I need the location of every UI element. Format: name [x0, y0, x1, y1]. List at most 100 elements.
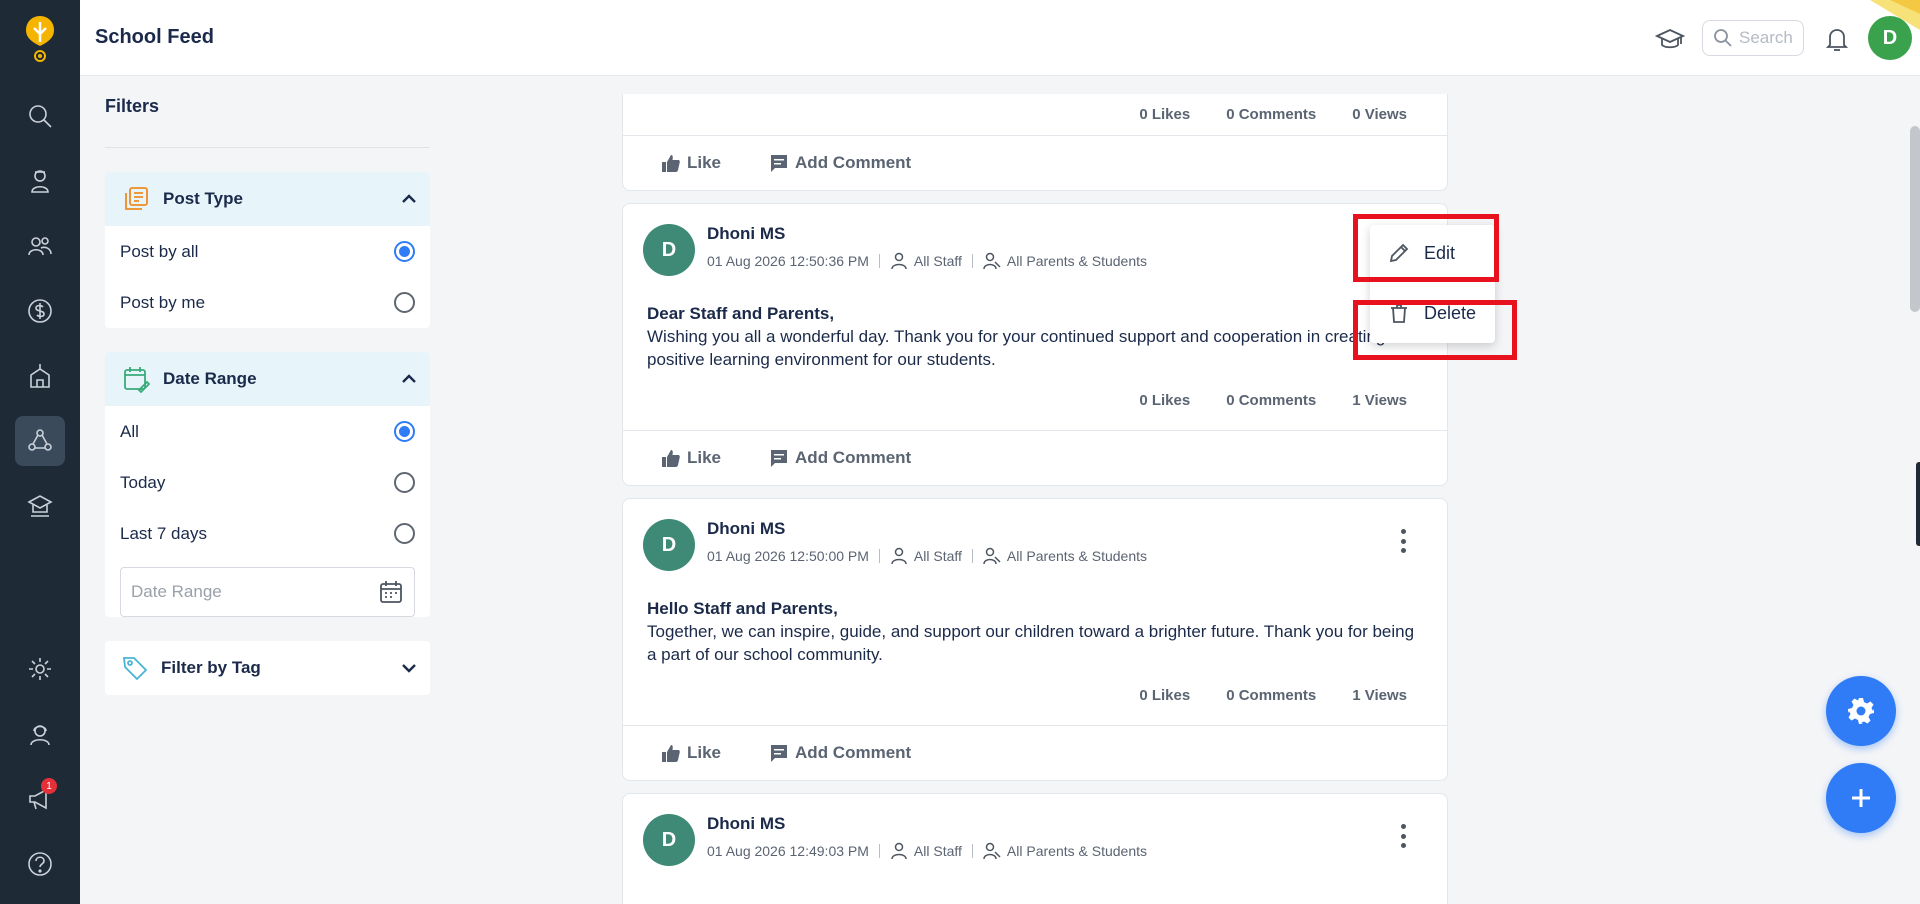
- likes-count[interactable]: 0 Likes: [1139, 106, 1190, 123]
- comment-icon: [771, 745, 788, 762]
- edit-highlight-box: [1353, 214, 1499, 282]
- parents-students-icon: [983, 547, 1001, 565]
- post-header: D Dhoni MS 01 Aug 2026 12:49:03 PM All S…: [623, 794, 1447, 892]
- more-options-icon[interactable]: [1399, 529, 1407, 553]
- nav-student-icon[interactable]: [15, 156, 65, 206]
- parents-students-icon: [983, 842, 1001, 860]
- divider: [971, 549, 973, 563]
- post-by-all-radio[interactable]: [394, 241, 415, 262]
- author-avatar[interactable]: D: [643, 224, 695, 276]
- divider: [878, 844, 880, 858]
- chevron-up-icon[interactable]: [400, 190, 418, 208]
- date-last7-radio[interactable]: [394, 523, 415, 544]
- calendar-icon[interactable]: [378, 579, 404, 605]
- nav-search-icon[interactable]: [15, 91, 65, 141]
- nav-announcements-icon[interactable]: 1: [15, 774, 65, 824]
- author-avatar[interactable]: D: [643, 519, 695, 571]
- tag-icon: [122, 657, 148, 681]
- more-options-icon[interactable]: [1399, 824, 1407, 848]
- post-text: Together, we can inspire, guide, and sup…: [647, 622, 1415, 664]
- scrollbar-thumb[interactable]: [1910, 126, 1920, 312]
- nav-support-icon[interactable]: [15, 709, 65, 759]
- date-range-label: Date Range: [163, 369, 257, 388]
- date-all-radio[interactable]: [394, 421, 415, 442]
- thumbs-up-icon: [662, 745, 680, 762]
- post-card: D Dhoni MS 01 Aug 2026 12:50:00 PM All S…: [622, 498, 1448, 781]
- post-type-label: Post Type: [163, 189, 243, 208]
- post-meta: 01 Aug 2026 12:50:36 PM All Staff All Pa…: [707, 252, 1147, 270]
- chevron-up-icon[interactable]: [400, 370, 418, 388]
- nav-people-icon[interactable]: [15, 221, 65, 271]
- likes-count[interactable]: 0 Likes: [1139, 392, 1190, 409]
- post-type-filter: Post Type Post by all Post by me: [105, 172, 430, 328]
- author-name[interactable]: Dhoni MS: [707, 814, 785, 834]
- filters-heading: Filters: [105, 96, 430, 148]
- thumbs-up-icon: [662, 450, 680, 467]
- author-name[interactable]: Dhoni MS: [707, 519, 785, 539]
- filter-by-tag[interactable]: Filter by Tag: [105, 641, 430, 695]
- graduation-cap-icon[interactable]: [1654, 24, 1686, 54]
- likes-count[interactable]: 0 Likes: [1139, 687, 1190, 704]
- option-label: Post by me: [120, 292, 206, 312]
- settings-fab[interactable]: [1826, 676, 1896, 746]
- date-last7-option[interactable]: Last 7 days: [105, 508, 430, 559]
- nav-school-icon[interactable]: [15, 351, 65, 401]
- author-avatar[interactable]: D: [643, 814, 695, 866]
- nav-feed-icon[interactable]: [15, 416, 65, 466]
- option-label: Post by all: [120, 241, 199, 261]
- create-post-fab[interactable]: [1826, 763, 1896, 833]
- date-all-option[interactable]: All: [105, 406, 430, 457]
- search-input[interactable]: [1739, 28, 1799, 48]
- views-count[interactable]: 1 Views: [1352, 687, 1407, 704]
- post-meta: 01 Aug 2026 12:49:03 PM All Staff All Pa…: [707, 842, 1147, 860]
- add-comment-button[interactable]: Add Comment: [769, 743, 911, 763]
- nav-help-icon[interactable]: [15, 839, 65, 889]
- like-button[interactable]: Like: [661, 448, 721, 468]
- side-panel-handle[interactable]: [1916, 462, 1920, 546]
- like-button[interactable]: Like: [661, 153, 721, 173]
- staff-icon: [891, 842, 907, 860]
- comment-label: Add Comment: [795, 743, 912, 762]
- nav-fees-icon[interactable]: [15, 286, 65, 336]
- nav-classroom-icon[interactable]: [15, 481, 65, 531]
- add-comment-button[interactable]: Add Comment: [769, 153, 911, 173]
- comments-count[interactable]: 0 Comments: [1226, 106, 1316, 123]
- comments-count[interactable]: 0 Comments: [1226, 687, 1316, 704]
- date-today-option[interactable]: Today: [105, 457, 430, 508]
- search-box[interactable]: [1702, 20, 1804, 56]
- comments-count[interactable]: 0 Comments: [1226, 392, 1316, 409]
- date-range-filter: Date Range All Today Last 7 days: [105, 352, 430, 617]
- audience-staff: All Staff: [913, 253, 962, 269]
- divider: [878, 549, 880, 563]
- post-card: D Dhoni MS 01 Aug 2026 12:49:03 PM All S…: [622, 793, 1448, 904]
- option-label: All: [120, 421, 139, 441]
- date-range-input[interactable]: [131, 582, 378, 602]
- top-header: School Feed D: [80, 0, 1920, 76]
- date-range-header[interactable]: Date Range: [105, 352, 430, 406]
- chevron-down-icon[interactable]: [400, 659, 418, 677]
- nav-settings-icon[interactable]: [15, 644, 65, 694]
- views-count[interactable]: 0 Views: [1352, 106, 1407, 123]
- post-by-me-option[interactable]: Post by me: [105, 277, 430, 328]
- calendar-edit-icon: [124, 367, 151, 394]
- views-count[interactable]: 1 Views: [1352, 392, 1407, 409]
- like-label: Like: [687, 743, 722, 762]
- audience-staff: All Staff: [913, 548, 962, 564]
- post-type-header[interactable]: Post Type: [105, 172, 430, 226]
- author-name[interactable]: Dhoni MS: [707, 224, 785, 244]
- option-label: Last 7 days: [120, 523, 207, 543]
- date-today-radio[interactable]: [394, 472, 415, 493]
- post-content: Hello Staff and Parents, Together, we ca…: [623, 597, 1447, 666]
- post-card: 0 Likes 0 Comments 0 Views Like Add Comm…: [622, 94, 1448, 191]
- divider: [878, 254, 880, 268]
- school-logo-icon[interactable]: [18, 12, 62, 64]
- feed-list: 0 Likes 0 Comments 0 Views Like Add Comm…: [622, 94, 1448, 904]
- like-button[interactable]: Like: [661, 743, 721, 763]
- post-by-me-radio[interactable]: [394, 292, 415, 313]
- thumbs-up-icon: [662, 155, 680, 172]
- add-comment-button[interactable]: Add Comment: [769, 448, 911, 468]
- post-by-all-option[interactable]: Post by all: [105, 226, 430, 277]
- date-range-field[interactable]: [120, 567, 415, 617]
- post-card: D Dhoni MS 01 Aug 2026 12:50:36 PM All S…: [622, 203, 1448, 486]
- corner-decoration-icon: [1870, 0, 1920, 30]
